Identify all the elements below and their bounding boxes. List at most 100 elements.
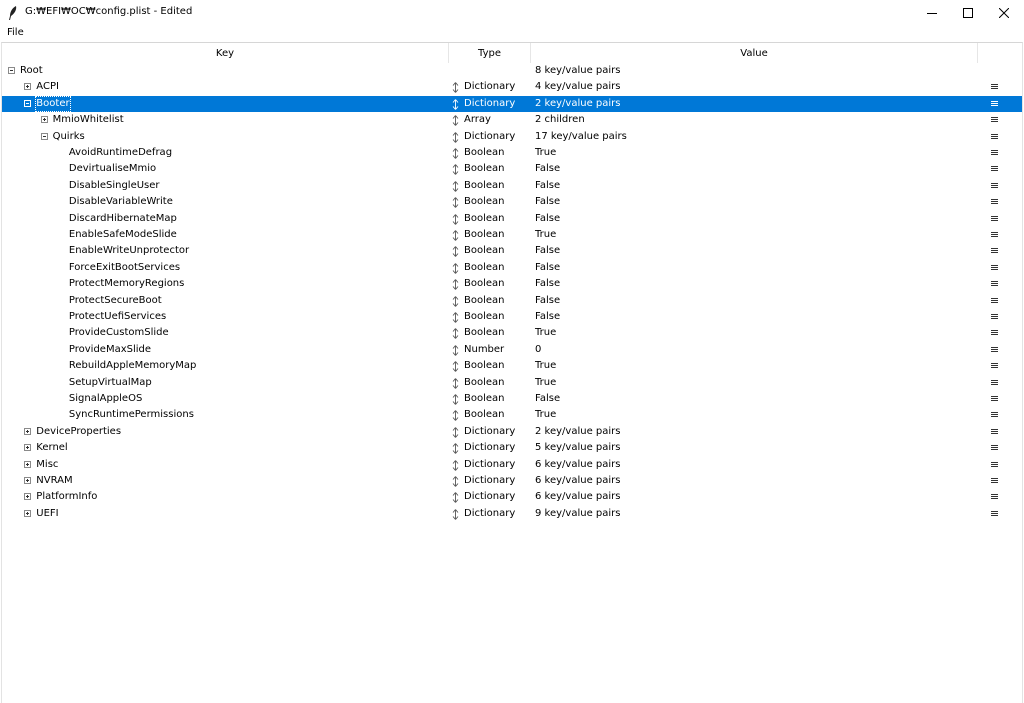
row-value[interactable]: False (535, 310, 560, 324)
maximize-button[interactable] (948, 0, 988, 26)
row-key[interactable]: ForceExitBootServices (69, 261, 180, 275)
row-menu-icon[interactable] (991, 133, 998, 140)
row-menu-icon[interactable] (991, 248, 998, 254)
row-type[interactable]: Boolean (464, 244, 505, 258)
row-menu-icon[interactable] (991, 379, 998, 386)
row-menu-icon[interactable] (991, 117, 998, 123)
row-key[interactable]: SignalAppleOS (69, 392, 142, 406)
expand-icon[interactable] (24, 493, 32, 501)
row-key[interactable]: NVRAM (36, 474, 72, 488)
row-value[interactable]: 2 key/value pairs (535, 425, 620, 439)
tree-row[interactable]: ProtectMemoryRegions Boolean False (2, 276, 1022, 292)
collapse-icon[interactable] (24, 99, 32, 107)
type-updown-icon[interactable] (452, 459, 459, 471)
type-updown-icon[interactable] (452, 99, 459, 110)
row-key[interactable]: SetupVirtualMap (69, 376, 152, 390)
row-key[interactable]: DeviceProperties (36, 425, 121, 439)
row-type[interactable]: Dictionary (464, 425, 515, 439)
tree-row[interactable]: DeviceProperties Dictionary 2 key/value pa… (2, 424, 1022, 440)
expand-icon[interactable] (24, 509, 32, 517)
row-type[interactable]: Dictionary (464, 490, 515, 504)
tree-row[interactable]: Quirks Dictionary 17 key/value pairs (2, 129, 1022, 145)
type-updown-icon[interactable] (452, 410, 459, 422)
row-type[interactable]: Boolean (464, 261, 505, 275)
row-key[interactable]: DiscardHibernateMap (69, 212, 177, 226)
tree-row[interactable]: SignalAppleOS Boolean False (2, 391, 1022, 407)
tree-row[interactable]: DisableVariableWrite Boolean False (2, 194, 1022, 210)
row-menu-icon[interactable] (991, 346, 998, 353)
column-header-value[interactable]: Value (531, 43, 978, 63)
tree-row[interactable]: ForceExitBootServices Boolean False (2, 260, 1022, 276)
row-menu-icon[interactable] (991, 314, 998, 320)
row-key[interactable]: Root (20, 64, 43, 78)
row-type[interactable]: Dictionary (464, 474, 515, 488)
tree-row[interactable]: SyncRuntimePermissions Boolean True (2, 407, 1022, 423)
row-value[interactable]: False (535, 277, 560, 291)
row-menu-icon[interactable] (991, 445, 998, 451)
type-updown-icon[interactable] (452, 312, 459, 323)
row-menu-icon[interactable] (991, 297, 998, 304)
row-key[interactable]: EnableSafeModeSlide (69, 228, 177, 242)
tree-row[interactable]: ProtectUefiServices Boolean False (2, 309, 1022, 325)
row-type[interactable]: Boolean (464, 376, 505, 390)
row-menu-icon[interactable] (991, 281, 998, 287)
row-key[interactable]: ACPI (36, 80, 59, 94)
row-type[interactable]: Boolean (464, 277, 505, 291)
tree-row[interactable]: Root 8 key/value pairs (2, 63, 1022, 79)
row-value[interactable]: True (535, 228, 556, 242)
expand-icon[interactable] (24, 460, 32, 468)
row-value[interactable]: True (535, 408, 556, 422)
type-updown-icon[interactable] (452, 295, 459, 307)
row-type[interactable]: Boolean (464, 310, 505, 324)
tree-row[interactable]: UEFI Dictionary 9 key/value pairs (2, 506, 1022, 522)
row-key[interactable]: ProvideMaxSlide (69, 343, 151, 357)
row-key[interactable]: ProtectSecureBoot (69, 294, 162, 308)
row-key[interactable]: EnableWriteUnprotector (69, 244, 189, 258)
row-type[interactable]: Boolean (464, 359, 505, 373)
row-value[interactable]: 6 key/value pairs (535, 474, 620, 488)
row-value[interactable]: 0 (535, 343, 541, 357)
row-menu-icon[interactable] (991, 428, 998, 435)
row-type[interactable]: Boolean (464, 195, 505, 209)
row-menu-icon[interactable] (991, 232, 998, 238)
type-updown-icon[interactable] (452, 263, 459, 274)
row-menu-icon[interactable] (991, 166, 998, 172)
row-type[interactable]: Boolean (464, 179, 505, 193)
row-key[interactable]: DisableVariableWrite (69, 195, 173, 209)
menu-file[interactable]: File (7, 27, 24, 38)
type-updown-icon[interactable] (452, 509, 459, 520)
row-value[interactable]: 2 children (535, 113, 585, 127)
row-value[interactable]: False (535, 162, 560, 176)
row-menu-icon[interactable] (991, 412, 998, 418)
type-updown-icon[interactable] (452, 394, 459, 405)
row-menu-icon[interactable] (991, 510, 998, 517)
type-updown-icon[interactable] (452, 377, 459, 389)
type-updown-icon[interactable] (452, 115, 459, 126)
collapse-icon[interactable] (40, 132, 48, 140)
type-updown-icon[interactable] (452, 197, 459, 208)
tree-row[interactable]: DiscardHibernateMap Boolean False (2, 211, 1022, 227)
type-updown-icon[interactable] (452, 181, 459, 192)
row-key[interactable]: Quirks (53, 130, 85, 144)
row-menu-icon[interactable] (991, 215, 998, 222)
row-value[interactable]: False (535, 261, 560, 275)
tree-row[interactable]: ProvideCustomSlide Boolean True (2, 325, 1022, 341)
row-key[interactable]: Booter (35, 95, 71, 112)
row-value[interactable]: True (535, 376, 556, 390)
type-updown-icon[interactable] (452, 164, 459, 176)
tree-row[interactable]: ACPI Dictionary 4 key/value pairs (2, 79, 1022, 95)
type-updown-icon[interactable] (452, 246, 459, 258)
type-updown-icon[interactable] (452, 443, 459, 454)
tree-row[interactable]: RebuildAppleMemoryMap Boolean True (2, 358, 1022, 374)
row-value[interactable]: 6 key/value pairs (535, 490, 620, 504)
row-type[interactable]: Boolean (464, 392, 505, 406)
row-menu-icon[interactable] (991, 264, 998, 271)
collapse-icon[interactable] (8, 67, 15, 74)
row-menu-icon[interactable] (991, 199, 998, 205)
row-type[interactable]: Dictionary (464, 97, 515, 111)
row-type[interactable]: Dictionary (464, 130, 515, 144)
type-updown-icon[interactable] (452, 427, 459, 438)
row-type[interactable]: Dictionary (464, 80, 515, 94)
row-type[interactable]: Dictionary (464, 441, 515, 455)
row-key[interactable]: Misc (36, 458, 58, 472)
